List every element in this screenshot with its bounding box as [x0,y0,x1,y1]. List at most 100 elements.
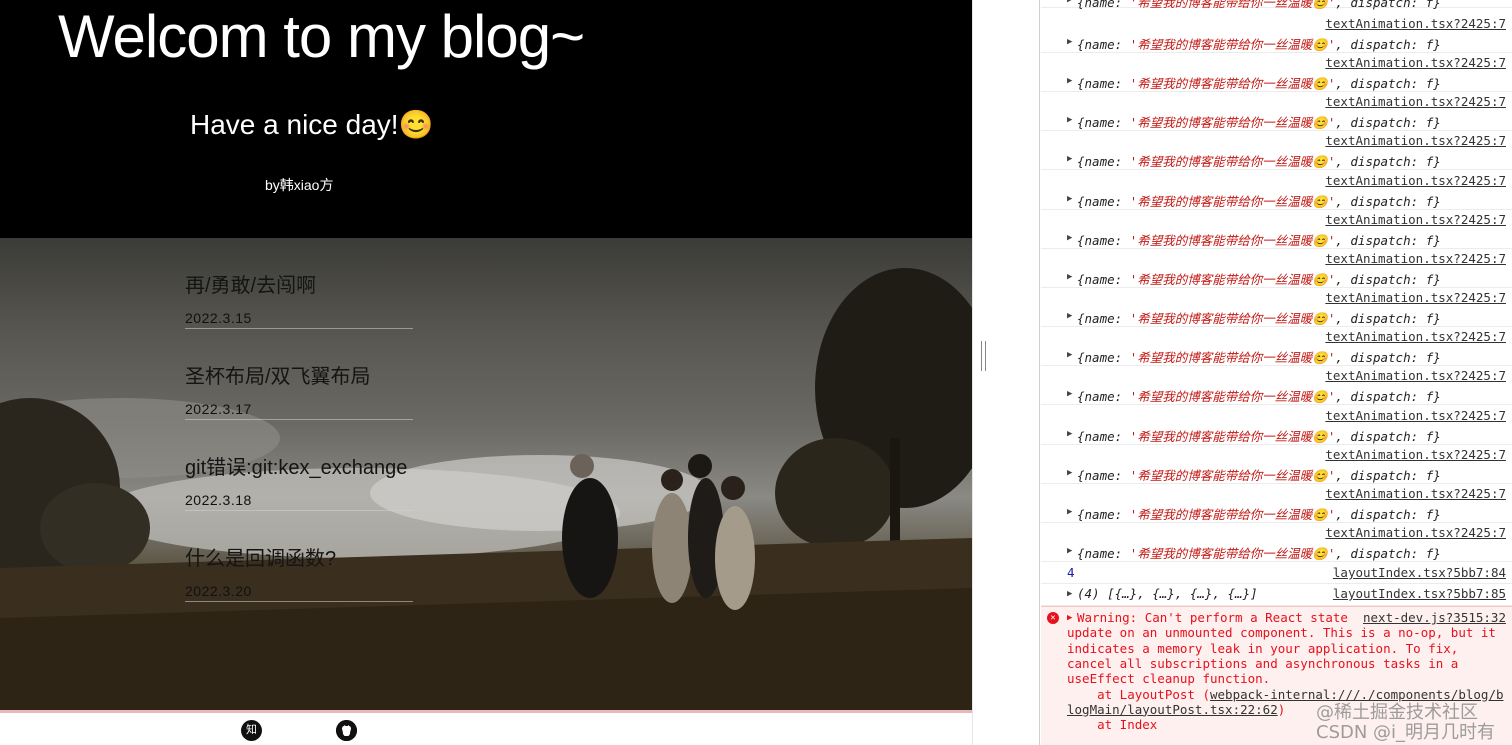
log-array[interactable]: (4) [{…}, {…}, {…}, {…}] [1077,586,1258,601]
stack-link[interactable]: logMain/layoutPost.tsx:22:62 [1067,702,1278,717]
expand-triangle-icon[interactable]: ▶ [1067,589,1072,599]
log-key: dispatch [1350,37,1411,52]
post-item[interactable]: 圣杯布局/双飞翼布局 2022.3.17 [185,329,413,420]
github-icon[interactable] [336,720,357,741]
log-object[interactable]: {name: '希望我的博客能带给你一丝温暖😊', dispatch: f} [1077,73,1441,92]
console-log-row: textAnimation.tsx?2425:7 ▶ {name: '希望我的博客能… [1041,523,1512,562]
expand-triangle-icon[interactable]: ▶ [1067,507,1072,517]
log-object[interactable]: {name: '希望我的博客能带给你一丝温暖😊', dispatch: f} [1077,543,1441,562]
expand-triangle-icon[interactable]: ▶ [1067,194,1072,204]
watermark-line: @稀土掘金技术社区 [1316,702,1478,723]
log-source-link[interactable]: textAnimation.tsx?2425:7 [1325,329,1506,344]
log-source-link[interactable]: textAnimation.tsx?2425:7 [1325,290,1506,305]
expand-triangle-icon[interactable]: ▶ [1067,546,1072,556]
log-fn: f [1425,350,1434,366]
log-key: name [1084,350,1115,366]
post-list: 再/勇敢/去闯啊 2022.3.15 圣杯布局/双飞翼布局 2022.3.17 … [185,238,413,602]
log-source-link[interactable]: layoutIndex.tsx?5bb7:85 [1333,586,1506,601]
log-source-link[interactable]: textAnimation.tsx?2425:7 [1325,408,1506,423]
log-key: dispatch [1350,271,1411,287]
log-key: dispatch [1350,545,1411,561]
console-log-row: textAnimation.tsx?2425:7 ▶ {name: '希望我的博客能… [1041,406,1512,445]
expand-triangle-icon[interactable]: ▶ [1067,37,1072,47]
log-object[interactable]: {name: '希望我的博客能带给你一丝温暖😊', dispatch: f} [1077,347,1441,366]
expand-triangle-icon[interactable]: ▶ [1067,272,1072,282]
log-source-link[interactable]: layoutIndex.tsx?5bb7:84 [1333,565,1506,580]
log-object[interactable]: {name: '希望我的博客能带给你一丝温暖😊', dispatch: f} [1077,504,1441,523]
stack-link[interactable]: webpack-internal:///./components/blog/b [1210,687,1504,702]
log-key: dispatch [1350,506,1411,522]
log-object[interactable]: {name: '希望我的博客能带给你一丝温暖😊', dispatch: f} [1077,426,1441,445]
log-object[interactable]: {name: '希望我的博客能带给你一丝温暖😊', dispatch: f} [1077,34,1441,53]
log-source-link[interactable]: textAnimation.tsx?2425:7 [1325,173,1506,188]
log-source-link[interactable]: textAnimation.tsx?2425:7 [1325,55,1506,70]
log-key: dispatch [1350,350,1411,366]
log-fn: f [1425,311,1434,327]
stack-suffix: ) [1277,701,1286,717]
post-date: 2022.3.18 [185,492,252,508]
log-object[interactable]: {name: '希望我的博客能带给你一丝温暖😊', dispatch: f} [1077,386,1441,405]
log-source-link[interactable]: textAnimation.tsx?2425:7 [1325,368,1506,383]
log-string: 希望我的博客能带给你一丝温暖😊 [1137,0,1328,10]
post-date: 2022.3.17 [185,401,252,417]
resize-handle[interactable] [981,341,986,371]
log-source-link[interactable]: textAnimation.tsx?2425:7 [1325,94,1506,109]
zhihu-icon[interactable]: 知 [241,720,262,741]
log-string: 希望我的博客能带给你一丝温暖😊 [1137,467,1328,483]
log-object[interactable]: {name: '希望我的博客能带给你一丝温暖😊', dispatch: f} [1077,191,1441,210]
warning-stack-line: at Index [1067,717,1158,733]
log-object[interactable]: {name: '希望我的博客能带给你一丝温暖😊', dispatch: f} [1077,112,1441,131]
log-fn: f [1425,193,1434,209]
log-object[interactable]: {name: '希望我的博客能带给你一丝温暖😊', dispatch: f} [1077,230,1441,249]
expand-triangle-icon[interactable]: ▶ [1067,468,1072,478]
expand-triangle-icon[interactable]: ▶ [1067,311,1072,321]
log-key: dispatch [1350,154,1411,170]
log-key: name [1084,193,1115,209]
console-log-row: textAnimation.tsx?2425:7 ▶ {name: '希望我的博客能… [1041,327,1512,367]
post-item[interactable]: 再/勇敢/去闯啊 2022.3.15 [185,238,413,329]
log-source-link[interactable]: textAnimation.tsx?2425:7 [1325,486,1506,501]
log-fn: f [1425,37,1434,52]
log-key: name [1084,0,1115,10]
expand-triangle-icon[interactable]: ▶ [1067,389,1072,399]
log-object[interactable]: {name: '希望我的博客能带给你一丝温暖😊', dispatch: f} [1077,151,1441,170]
post-title[interactable]: 什么是回调函数? [185,542,336,571]
post-title[interactable]: 圣杯布局/双飞翼布局 [185,360,371,389]
log-fn: f [1425,154,1434,170]
post-title[interactable]: git错误:git:kex_exchange [185,451,407,480]
post-title[interactable]: 再/勇敢/去闯啊 [185,269,316,298]
log-source-link[interactable]: textAnimation.tsx?2425:7 [1325,16,1506,31]
expand-triangle-icon[interactable]: ▶ [1067,613,1072,623]
post-item[interactable]: 什么是回调函数? 2022.3.20 [185,511,413,602]
expand-triangle-icon[interactable]: ▶ [1067,0,1072,5]
post-date: 2022.3.20 [185,583,252,599]
log-object[interactable]: {name: '希望我的博客能带给你一丝温暖😊', dispatch: f} [1077,269,1441,288]
log-source-link[interactable]: textAnimation.tsx?2425:7 [1325,525,1506,540]
log-object[interactable]: {name: '希望我的博客能带给你一丝温暖😊', dispatch: f} [1077,465,1441,484]
log-source-link[interactable]: next-dev.js?3515:32 [1363,610,1506,625]
log-key: name [1084,467,1115,483]
console-log-row: textAnimation.tsx?2425:7 ▶ {name: '希望我的博客能… [1041,53,1512,93]
post-date: 2022.3.15 [185,310,252,326]
expand-triangle-icon[interactable]: ▶ [1067,115,1072,125]
expand-triangle-icon[interactable]: ▶ [1067,154,1072,164]
console-log-row: textAnimation.tsx?2425:7 ▶ {name: '希望我的博客能… [1041,484,1512,523]
log-object[interactable]: {name: '希望我的博客能带给你一丝温暖😊', dispatch: f} [1077,308,1441,327]
log-source-link[interactable]: textAnimation.tsx?2425:7 [1325,251,1506,266]
log-source-link[interactable]: textAnimation.tsx?2425:7 [1325,212,1506,227]
log-fn: f [1425,506,1434,522]
devtools-splitter[interactable] [972,0,1040,745]
log-source-link[interactable]: textAnimation.tsx?2425:7 [1325,133,1506,148]
expand-triangle-icon[interactable]: ▶ [1067,233,1072,243]
expand-triangle-icon[interactable]: ▶ [1067,429,1072,439]
post-item[interactable]: git错误:git:kex_exchange 2022.3.18 [185,420,413,511]
log-source-link[interactable]: textAnimation.tsx?2425:7 [1325,447,1506,462]
expand-triangle-icon[interactable]: ▶ [1067,76,1072,86]
log-string: 希望我的博客能带给你一丝温暖😊 [1137,389,1328,405]
warning-stack-line: at LayoutPost (webpack-internal:///./com… [1067,687,1504,702]
log-string: 希望我的博客能带给你一丝温暖😊 [1137,350,1328,366]
log-object[interactable]: {name: '希望我的博客能带给你一丝温暖😊', dispatch: f} [1077,0,1441,11]
log-key: dispatch [1350,232,1411,248]
log-string: 希望我的博客能带给你一丝温暖😊 [1137,428,1328,444]
expand-triangle-icon[interactable]: ▶ [1067,350,1072,360]
